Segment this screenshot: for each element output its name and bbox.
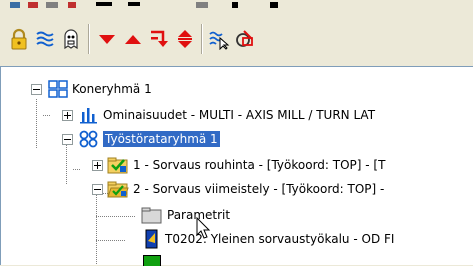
pencil-circle-icon[interactable] [232, 24, 258, 54]
tree-node-parameters[interactable]: Parametrit [141, 205, 230, 225]
tree-line [73, 169, 81, 170]
tree-line [96, 240, 126, 241]
top-toolbar-partial-icons [10, 2, 278, 8]
tree-node-label: 1 - Sorvaus rouhinta - [Työkoord: TOP] -… [133, 158, 386, 172]
collapse-toggle[interactable] [31, 83, 42, 95]
operation-folder-check-icon [107, 157, 128, 174]
ghost-icon[interactable] [58, 24, 84, 54]
properties-icon [80, 108, 97, 124]
tree-node-label: Ominaisuudet - MULTI - AXIS MILL / TURN … [103, 108, 376, 122]
parameters-folder-icon [141, 207, 162, 224]
toolpath-group-icon [79, 130, 98, 148]
toolbar [0, 14, 473, 66]
tree-node-tool[interactable]: T0202: Yleinen sorvaustyökalu - OD FI [143, 229, 394, 249]
toolbar-separator [88, 24, 90, 54]
operation-folder-open-icon [107, 181, 129, 198]
partial-node-icon [143, 255, 161, 266]
tree-node-label: Koneryhmä 1 [72, 82, 152, 96]
wave-cursor-icon[interactable] [206, 24, 232, 54]
mouse-cursor-icon [196, 217, 211, 239]
tree-node-toolpath-group[interactable]: Työstörataryhmä 1 [62, 129, 221, 149]
top-toolbar-strip [0, 0, 473, 14]
tree-line [36, 99, 37, 149]
operations-tree[interactable]: Koneryhmä 1 Ominaisuudet - MULTI - AXIS … [0, 66, 473, 266]
tree-node-properties[interactable]: Ominaisuudet - MULTI - AXIS MILL / TURN … [62, 105, 375, 125]
tree-line [96, 189, 97, 265]
down-arrow-icon[interactable] [94, 24, 120, 54]
up-down-arrow-icon[interactable] [172, 24, 198, 54]
branch-arrow-icon[interactable] [146, 24, 172, 54]
tree-node-label: 2 - Sorvaus viimeistely - [Työkoord: TOP… [133, 182, 385, 196]
collapse-toggle[interactable] [62, 133, 73, 145]
tree-node-root[interactable]: Koneryhmä 1 [31, 79, 152, 99]
tree-node-label: Työstörataryhmä 1 [102, 130, 221, 148]
turning-tool-icon [145, 229, 158, 249]
expand-toggle[interactable] [62, 109, 73, 121]
machine-group-icon [48, 80, 68, 98]
collapse-toggle[interactable] [92, 183, 103, 195]
up-arrow-icon[interactable] [120, 24, 146, 54]
wave-icon[interactable] [32, 24, 58, 54]
toolbar-separator [201, 24, 203, 54]
tree-node-operation-2[interactable]: 2 - Sorvaus viimeistely - [Työkoord: TOP… [92, 179, 384, 199]
lock-icon[interactable] [6, 24, 32, 54]
tree-line [43, 115, 51, 116]
expand-toggle[interactable] [92, 159, 103, 171]
tree-line [96, 216, 136, 217]
tree-node-operation-1[interactable]: 1 - Sorvaus rouhinta - [Työkoord: TOP] -… [92, 155, 385, 175]
